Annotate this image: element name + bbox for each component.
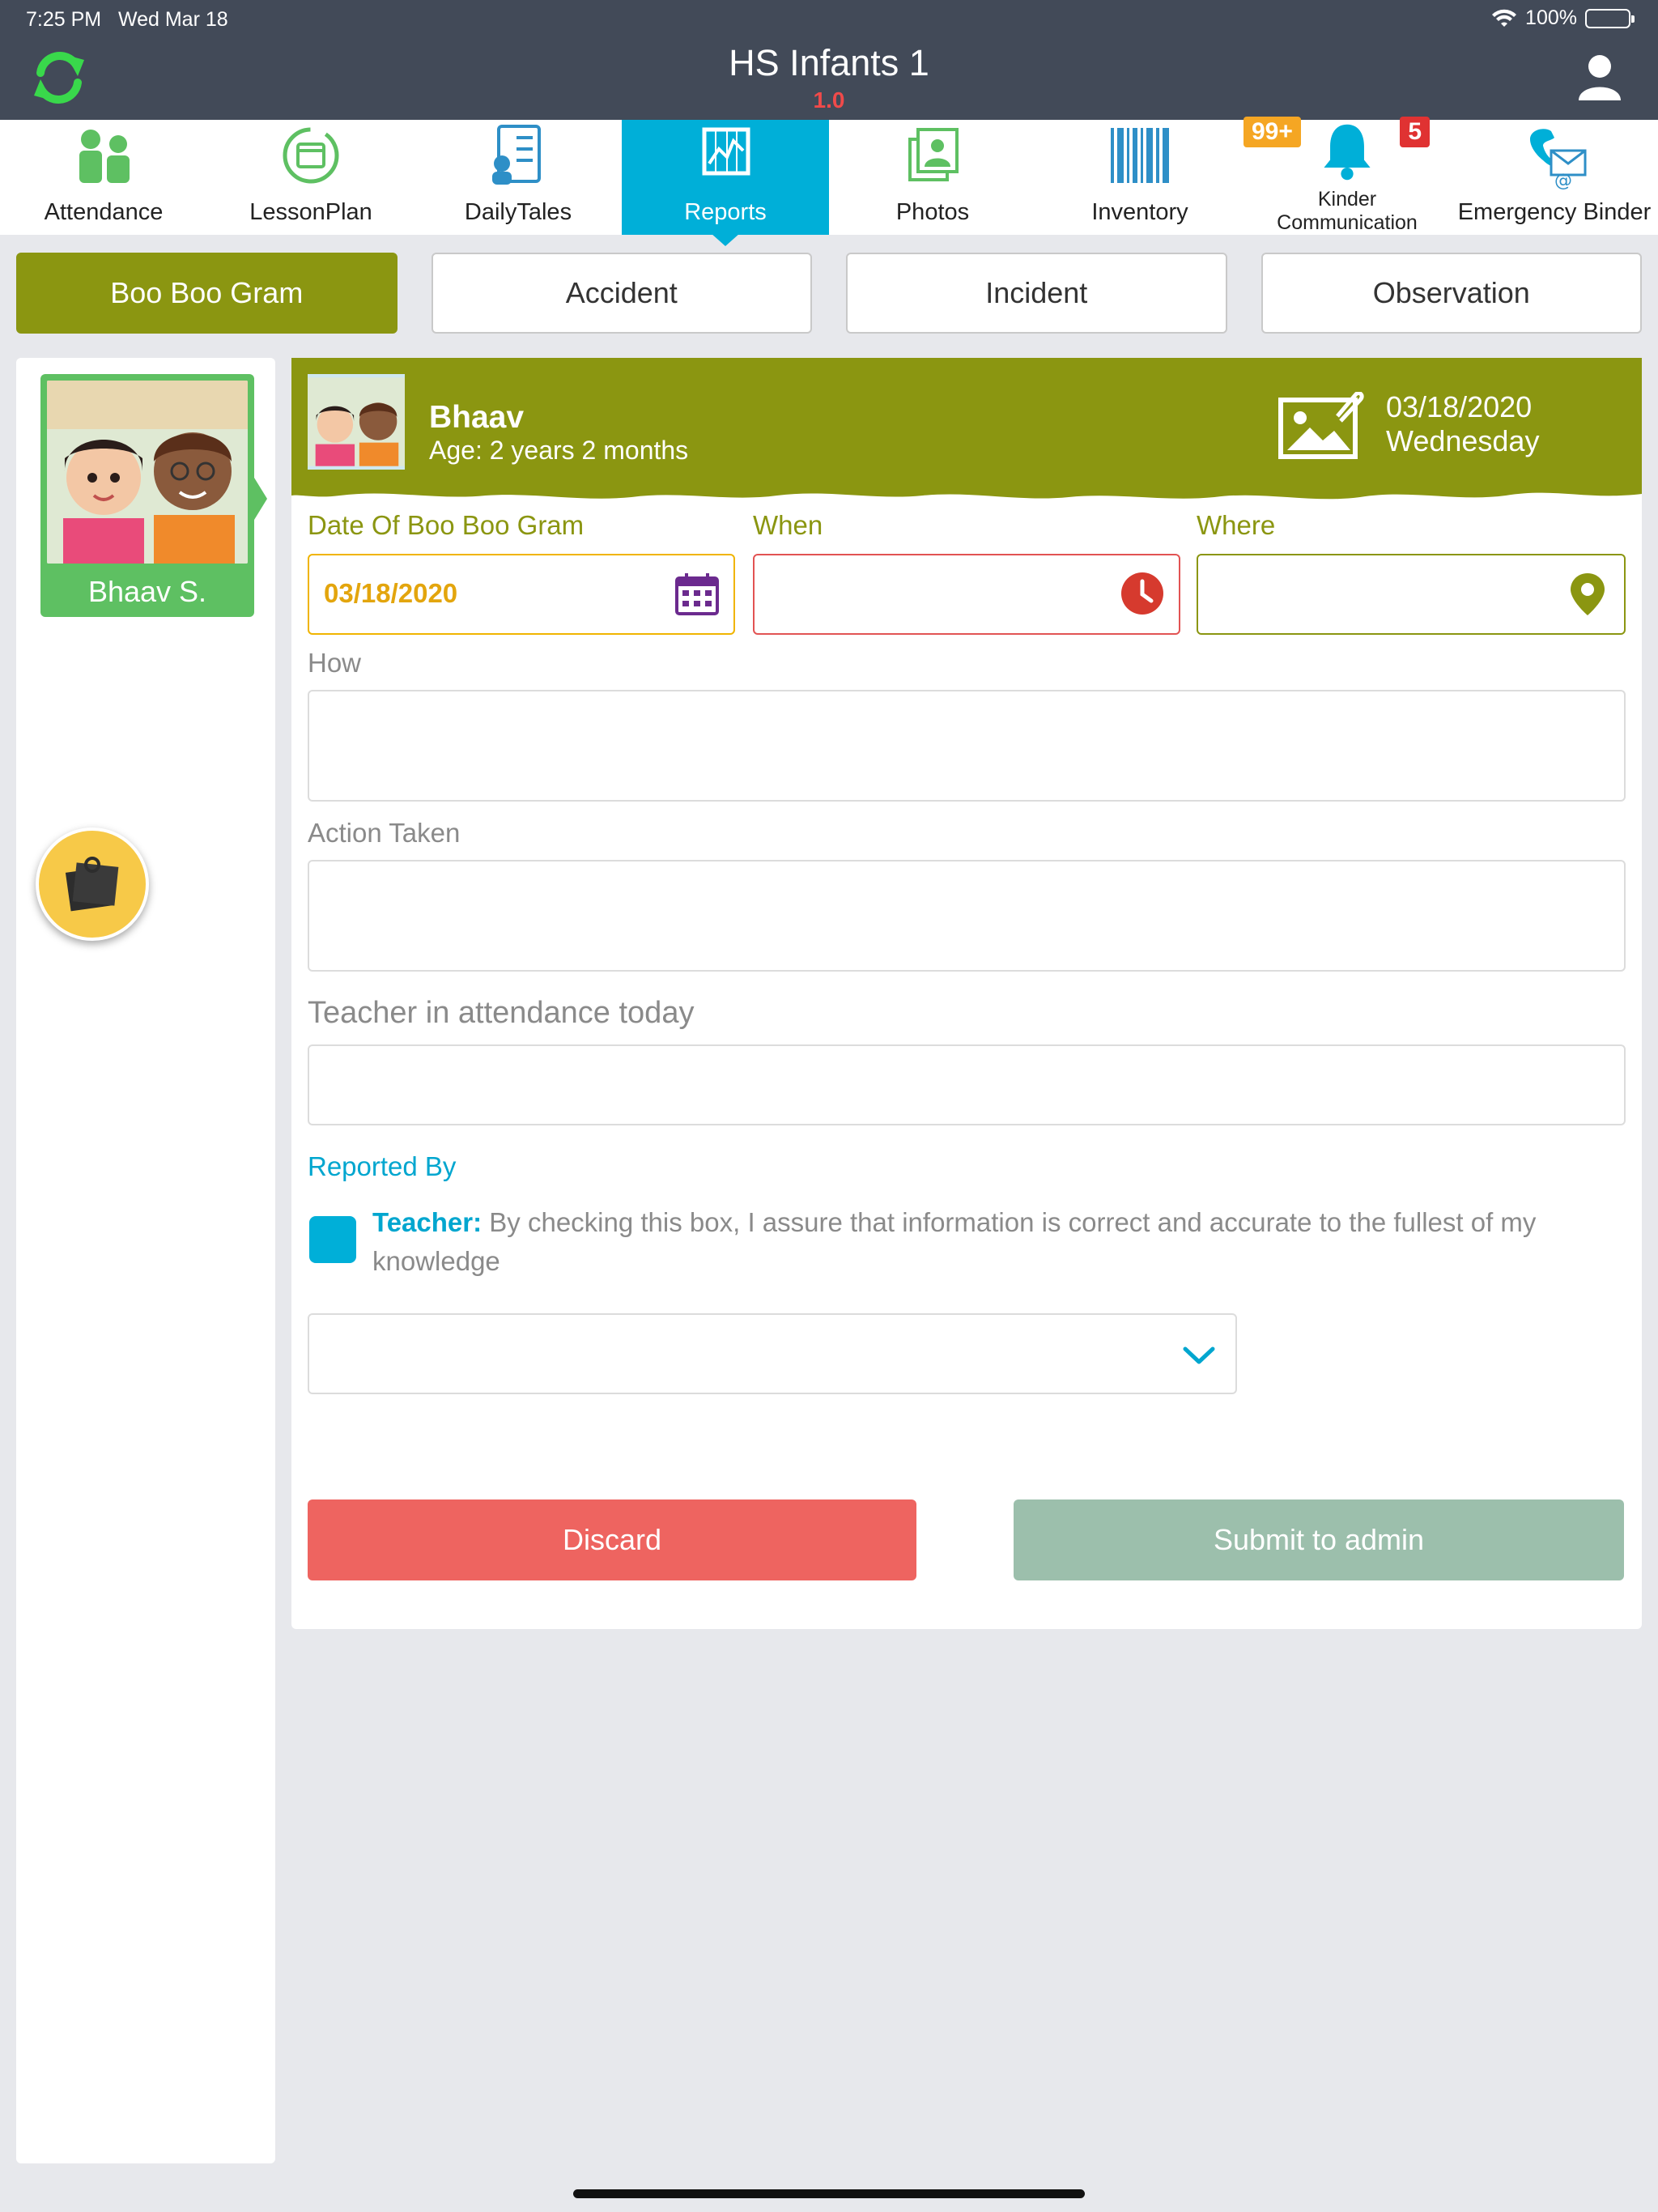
tab-boo-boo-gram[interactable]: Boo Boo Gram <box>16 253 397 334</box>
nav-lessonplan[interactable]: LessonPlan <box>207 120 414 235</box>
nav-kinder-communication[interactable]: 99+ 5 Kinder Communication <box>1244 117 1451 235</box>
where-label: Where <box>1197 510 1276 540</box>
how-label: How <box>308 648 362 678</box>
teacher-confirm-text: Teacher: By checking this box, I assure … <box>372 1207 1537 1276</box>
reporter-select[interactable] <box>308 1313 1237 1394</box>
nav-label: LessonPlan <box>249 199 372 225</box>
child-thumbnail <box>308 374 405 470</box>
nav-emergency-binder[interactable]: @ Emergency Binder <box>1451 120 1658 235</box>
nav-label: Photos <box>895 199 970 225</box>
main-nav: Attendance LessonPlan DailyTales Reports <box>0 117 1658 235</box>
barcode-icon <box>1111 128 1169 183</box>
submit-to-admin-button[interactable]: Submit to admin <box>1014 1499 1624 1580</box>
status-indicators: 100% <box>1491 6 1635 30</box>
attach-photo-icon[interactable] <box>1278 392 1367 460</box>
nav-label: DailyTales <box>464 199 572 225</box>
attendance-icon <box>79 130 130 183</box>
child-card[interactable]: Bhaav S. <box>40 374 267 617</box>
nav-label: Attendance <box>44 199 164 225</box>
sticky-notes-button[interactable] <box>36 827 149 941</box>
report-date: 03/18/2020 Wednesday <box>1386 390 1540 457</box>
nav-label: Emergency Binder <box>1457 199 1652 225</box>
user-profile-icon[interactable] <box>1574 50 1626 102</box>
when-label: When <box>753 510 823 540</box>
unread-count-badge: 99+ <box>1244 117 1301 147</box>
teacher-confirm-checkbox[interactable] <box>309 1216 356 1263</box>
report-type-tabs: Boo Boo Gram Accident Incident Observati… <box>16 253 1642 334</box>
battery-icon <box>1585 8 1635 28</box>
tab-incident[interactable]: Incident <box>846 253 1227 334</box>
top-bar: 7:25 PM Wed Mar 18 100% HS Infants 1 1.0 <box>0 0 1658 120</box>
nav-dailytales[interactable]: DailyTales <box>414 120 622 235</box>
location-pin-icon[interactable] <box>1564 570 1611 617</box>
wifi-icon <box>1492 9 1517 27</box>
nav-attendance[interactable]: Attendance <box>0 120 207 235</box>
date-value: 03/18/2020 <box>324 578 458 608</box>
calendar-icon[interactable] <box>674 570 721 617</box>
app-title: HS Infants 1 <box>729 42 929 83</box>
date-label: Date Of Boo Boo Gram <box>308 510 585 540</box>
when-field[interactable] <box>753 554 1180 635</box>
photos-icon <box>908 128 959 181</box>
teacher-attendance-field[interactable] <box>308 1044 1626 1125</box>
report-child-age: Age: 2 years 2 months <box>429 436 689 465</box>
chevron-down-icon <box>1183 1346 1215 1364</box>
child-avatar <box>47 381 248 564</box>
report-form: Bhaav Age: 2 years 2 months 03/18/2020 W… <box>291 358 1642 1629</box>
how-field[interactable] <box>308 690 1626 802</box>
action-taken-field[interactable] <box>308 860 1626 972</box>
child-name: Bhaav S. <box>87 575 207 608</box>
teacher-attendance-label: Teacher in attendance today <box>308 996 695 1030</box>
home-indicator <box>573 2189 1085 2198</box>
clock-icon[interactable] <box>1119 570 1166 617</box>
svg-text:@: @ <box>1554 171 1572 189</box>
report-child-name: Bhaav <box>429 400 525 435</box>
tab-observation[interactable]: Observation <box>1261 253 1642 334</box>
nav-label: Kinder Communication <box>1277 188 1418 234</box>
nav-photos[interactable]: Photos <box>829 120 1036 235</box>
lessonplan-icon <box>283 127 339 184</box>
app-version: 1.0 <box>813 87 845 113</box>
date-field[interactable]: 03/18/2020 <box>308 554 735 635</box>
action-taken-label: Action Taken <box>308 818 461 848</box>
notification-count-badge: 5 <box>1400 117 1430 147</box>
discard-button[interactable]: Discard <box>308 1499 916 1580</box>
bell-icon <box>1324 124 1371 181</box>
where-field[interactable] <box>1197 554 1626 635</box>
reports-icon <box>702 127 750 176</box>
child-list-panel: Bhaav S. <box>16 358 275 2163</box>
battery-percent: 100% <box>1525 6 1577 29</box>
nav-inventory[interactable]: Inventory <box>1036 120 1244 235</box>
status-time: 7:25 PM Wed Mar 18 <box>26 8 228 31</box>
sticky-note-icon <box>65 857 119 912</box>
emergency-contact-icon: @ <box>1530 129 1587 189</box>
nav-label: Reports <box>684 199 767 225</box>
dailytales-icon <box>492 125 541 185</box>
reported-by-label: Reported By <box>308 1151 457 1181</box>
nav-reports[interactable]: Reports <box>622 120 829 235</box>
nav-label: Inventory <box>1091 199 1188 225</box>
tab-accident[interactable]: Accident <box>431 253 812 334</box>
